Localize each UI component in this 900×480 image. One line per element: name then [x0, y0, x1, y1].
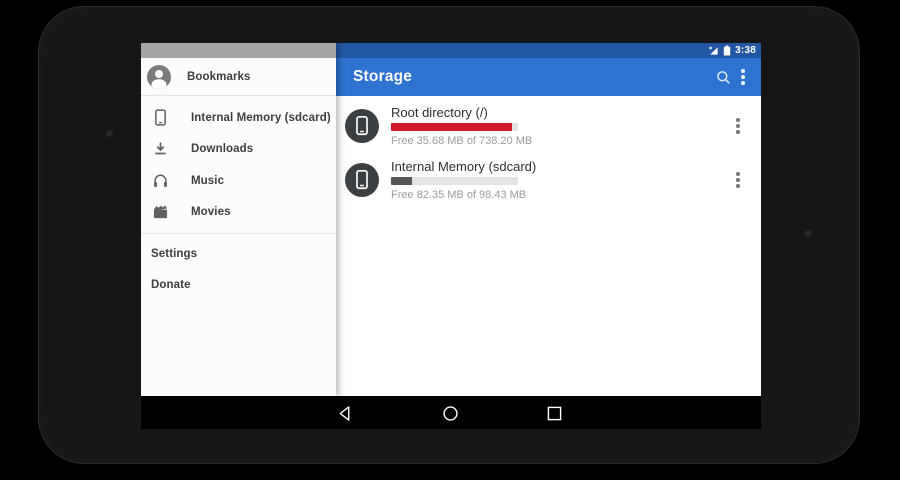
- headphones-icon: [151, 172, 169, 190]
- storage-row-sdcard[interactable]: Internal Memory (sdcard) Free 82.35 MB o…: [336, 154, 761, 205]
- status-bar: 3:38: [336, 43, 761, 58]
- drawer-item-music[interactable]: Music: [141, 165, 336, 197]
- app-bar: Storage: [336, 58, 761, 96]
- phone-icon: [353, 115, 371, 137]
- row-overflow-menu-button[interactable]: [729, 166, 747, 194]
- drawer-item-label: Downloads: [191, 143, 253, 155]
- person-icon: [147, 65, 171, 89]
- movies-icon: [151, 203, 169, 221]
- storage-list: Root directory (/) Free 35.68 MB of 738.…: [336, 96, 761, 396]
- storage-name: Internal Memory (sdcard): [391, 159, 729, 174]
- download-icon: [151, 140, 169, 158]
- appbar-overflow-menu-button[interactable]: [734, 63, 752, 91]
- home-button[interactable]: [439, 402, 461, 424]
- drawer-items: Internal Memory (sdcard) Downloads: [141, 96, 336, 228]
- front-camera-dot: [804, 229, 813, 238]
- recents-button[interactable]: [543, 402, 565, 424]
- back-icon: [337, 405, 352, 422]
- drawer-status-strip: [141, 43, 336, 58]
- search-button[interactable]: [712, 66, 734, 88]
- drawer-header-bookmarks[interactable]: Bookmarks: [141, 58, 336, 96]
- tablet-screen: 3:38 Storage: [141, 43, 761, 429]
- storage-usage-bar: [391, 123, 518, 131]
- scene: 3:38 Storage: [0, 0, 900, 480]
- row-overflow-menu-button[interactable]: [729, 112, 747, 140]
- storage-row-text: Internal Memory (sdcard) Free 82.35 MB o…: [391, 159, 729, 201]
- storage-usage-fill: [391, 123, 512, 131]
- tablet-device-frame: 3:38 Storage: [38, 6, 860, 464]
- drawer-item-label: Music: [191, 175, 224, 187]
- drawer-item-label: Donate: [151, 279, 191, 291]
- home-icon: [442, 405, 459, 422]
- drawer-item-label: Internal Memory (sdcard): [191, 112, 331, 124]
- drawer-item-internal-memory[interactable]: Internal Memory (sdcard): [141, 102, 336, 134]
- drawer-item-movies[interactable]: Movies: [141, 197, 336, 229]
- status-clock: 3:38: [735, 46, 756, 56]
- android-nav-bar: [141, 396, 761, 429]
- navigation-drawer: Bookmarks Internal Memory (sdcard): [141, 43, 336, 396]
- signal-icon: [708, 45, 719, 56]
- recents-icon: [547, 406, 562, 421]
- battery-icon: [723, 45, 731, 56]
- storage-free-label: Free 82.35 MB of 98.43 MB: [391, 189, 729, 201]
- phone-icon: [151, 109, 169, 127]
- page-title: Storage: [353, 68, 712, 86]
- drawer-divider: [141, 233, 336, 234]
- drawer-item-label: Movies: [191, 206, 231, 218]
- storage-free-label: Free 35.68 MB of 738.20 MB: [391, 135, 729, 147]
- storage-row-root[interactable]: Root directory (/) Free 35.68 MB of 738.…: [336, 100, 761, 151]
- avatar: [147, 65, 171, 89]
- drawer-item-label: Settings: [151, 248, 197, 260]
- back-button[interactable]: [333, 402, 355, 424]
- drawer-item-donate[interactable]: Donate: [141, 270, 336, 302]
- drawer-header-label: Bookmarks: [187, 71, 251, 83]
- storage-usage-fill: [391, 177, 412, 185]
- storage-usage-bar: [391, 177, 518, 185]
- device-disc-icon: [345, 163, 379, 197]
- drawer-item-settings[interactable]: Settings: [141, 238, 336, 270]
- phone-icon: [353, 169, 371, 191]
- search-icon: [715, 69, 732, 86]
- drawer-item-downloads[interactable]: Downloads: [141, 134, 336, 166]
- front-camera-dot: [105, 129, 114, 138]
- storage-name: Root directory (/): [391, 105, 729, 120]
- storage-row-text: Root directory (/) Free 35.68 MB of 738.…: [391, 105, 729, 147]
- device-disc-icon: [345, 109, 379, 143]
